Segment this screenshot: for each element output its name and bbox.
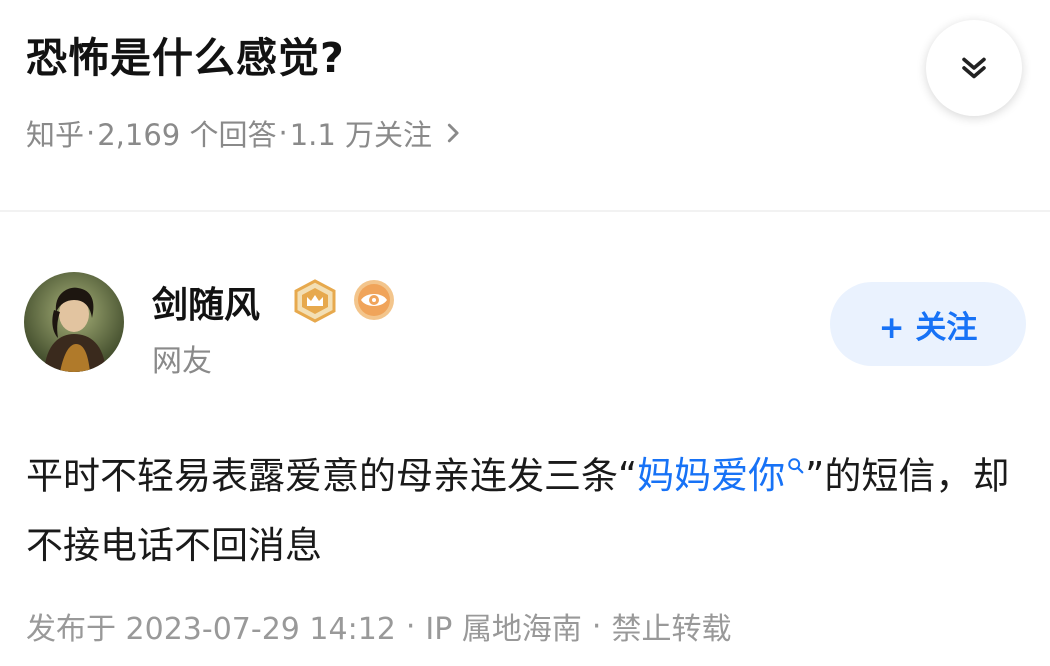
avatar[interactable] [24,272,124,372]
answer-content[interactable]: 平时不轻易表露爱意的母亲连发三条“妈妈爱你 ”的短信，却不接电话不回消息 [26,428,1036,581]
eye-badge-icon[interactable] [352,278,396,322]
separator: · [278,116,288,150]
ip-location: IP 属地海南 [425,612,582,647]
separator: · [405,608,416,644]
crown-hexagon-badge-icon[interactable] [292,279,338,323]
question-meta[interactable]: 知乎 · 2,169 个回答 · 1.1 万关注 [26,112,462,154]
repost-policy: 禁止转载 [611,612,732,647]
answer-footer: 发布于 2023-07-29 14:12 · IP 属地海南 · 禁止转载 [26,604,731,648]
author-subtitle: 网友 [152,344,212,379]
separator: · [86,116,96,150]
search-icon [787,428,805,498]
keyword-link[interactable]: 妈妈爱你 [637,454,805,497]
follow-button[interactable]: + 关注 [830,282,1026,366]
source-label: 知乎 [26,118,85,152]
followers-count: 1.1 万关注 [289,118,433,152]
keyword-text: 妈妈爱你 [637,454,786,498]
double-chevron-down-icon [962,57,986,79]
answers-count: 2,169 个回答 [97,118,277,152]
divider [0,210,1050,212]
answer-text: 平时不轻易表露爱意的母亲连发三条“ [26,454,638,498]
collapse-button[interactable] [926,20,1022,116]
chevron-right-icon [446,122,462,144]
author-name[interactable]: 剑随风 [152,276,260,328]
separator: · [591,608,602,644]
publish-time: 发布于 2023-07-29 14:12 [26,612,396,647]
question-header: 恐怖是什么感觉? 知乎 · 2,169 个回答 · 1.1 万关注 [0,0,1050,210]
question-title[interactable]: 恐怖是什么感觉? [26,24,345,84]
